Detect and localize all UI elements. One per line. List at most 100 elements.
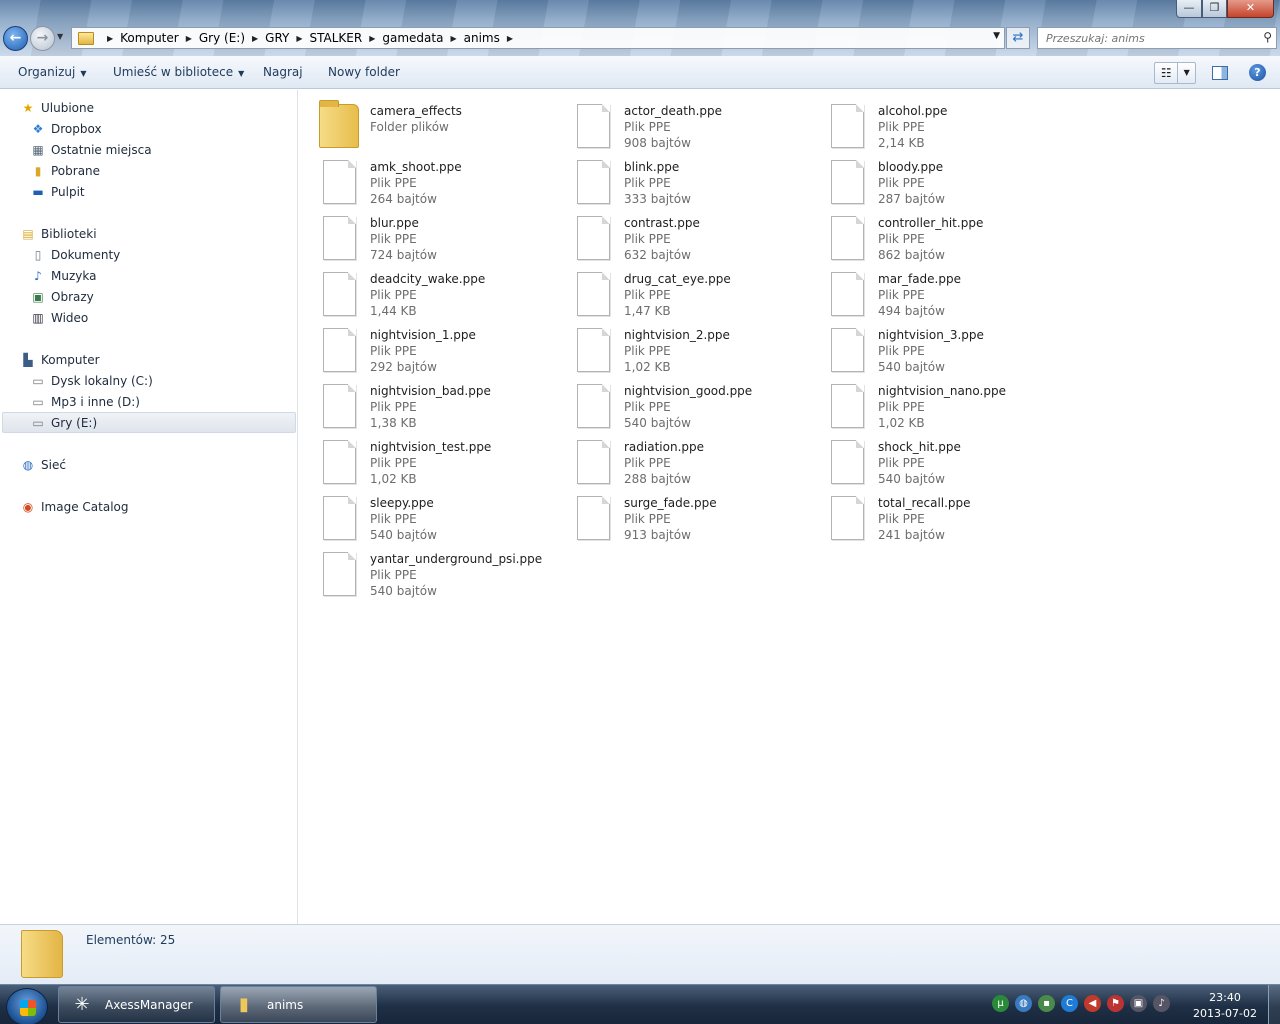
nav-favorites[interactable]: ★ Ulubione (20, 97, 94, 118)
forward-button[interactable]: → (30, 26, 55, 51)
file-item[interactable]: radiation.ppe Plik PPE 288 bajtów (553, 434, 803, 486)
file-item[interactable]: amk_shoot.ppe Plik PPE 264 bajtów (299, 154, 549, 206)
chevron-right-icon[interactable]: ▶ (296, 34, 302, 43)
recent-places-icon: ▦ (32, 142, 44, 157)
file-item[interactable]: nightvision_nano.ppe Plik PPE 1,02 KB (807, 378, 1057, 430)
nav-item-videos[interactable]: ▥ Wideo (30, 307, 88, 328)
file-item[interactable]: shock_hit.ppe Plik PPE 540 bajtów (807, 434, 1057, 486)
nav-libraries[interactable]: ▤ Biblioteki (20, 223, 96, 244)
file-type: Plik PPE (878, 232, 925, 246)
burn-button[interactable]: Nagraj (263, 65, 303, 79)
file-item[interactable]: nightvision_1.ppe Plik PPE 292 bajtów (299, 322, 549, 374)
chevron-down-icon[interactable]: ▼ (1178, 63, 1195, 83)
file-item[interactable]: nightvision_bad.ppe Plik PPE 1,38 KB (299, 378, 549, 430)
search-box[interactable]: ⚲ (1037, 27, 1277, 49)
nav-network[interactable]: ◍ Sieć (20, 454, 66, 475)
address-bar[interactable]: ▶ Komputer ▶ Gry (E:) ▶ GRY ▶ STALKER ▶ gamedata ▶… (71, 27, 1005, 49)
new-folder-button[interactable]: Nowy folder (328, 65, 400, 79)
document-icon (323, 440, 356, 484)
taskbar-item-axessmanager[interactable]: ✳ AxessManager (58, 986, 215, 1023)
breadcrumb-item[interactable]: STALKER ▶ (310, 31, 383, 45)
chevron-right-icon[interactable]: ▶ (252, 34, 258, 43)
nav-item-pictures[interactable]: ▣ Obrazy (30, 286, 93, 307)
file-item[interactable]: bloody.ppe Plik PPE 287 bajtów (807, 154, 1057, 206)
file-item[interactable]: contrast.ppe Plik PPE 632 bajtów (553, 210, 803, 262)
folder-item[interactable]: camera_effects Folder plików (299, 98, 549, 150)
chevron-right-icon[interactable]: ▶ (186, 34, 192, 43)
arrow-right-icon: → (36, 30, 49, 46)
recent-pages-button[interactable]: ▼ (57, 32, 63, 41)
back-button[interactable]: ← (3, 26, 28, 51)
include-in-library-button[interactable]: Umieść w bibliotece ▼ (113, 65, 244, 79)
breadcrumb-item[interactable]: Gry (E:) ▶ (199, 31, 265, 45)
chevron-right-icon[interactable]: ▶ (107, 34, 113, 43)
file-size: 724 bajtów (370, 248, 437, 262)
breadcrumb-item[interactable]: anims ▶ (464, 31, 520, 45)
taskbar-item-anims[interactable]: ▮ anims (220, 986, 377, 1023)
preview-pane-button[interactable] (1212, 66, 1228, 80)
volume-icon[interactable]: ♪ (1153, 995, 1170, 1012)
network-status-icon[interactable]: ▣ (1130, 995, 1147, 1012)
file-item[interactable]: mar_fade.ppe Plik PPE 494 bajtów (807, 266, 1057, 318)
refresh-button[interactable]: ⇄ (1006, 27, 1030, 49)
organize-button[interactable]: Organizuj ▼ (18, 65, 86, 79)
nav-label: Muzyka (51, 268, 97, 283)
chevron-down-icon[interactable]: ▼ (993, 31, 1000, 41)
file-item[interactable]: total_recall.ppe Plik PPE 241 bajtów (807, 490, 1057, 542)
file-item[interactable]: blink.ppe Plik PPE 333 bajtów (553, 154, 803, 206)
start-button[interactable] (6, 988, 48, 1024)
nav-image-catalog[interactable]: ◉ Image Catalog (20, 496, 129, 517)
nav-label: Komputer (41, 352, 100, 367)
file-name: shock_hit.ppe (878, 440, 961, 454)
search-icon[interactable]: ⚲ (1263, 30, 1272, 44)
search-input[interactable] (1038, 28, 1248, 48)
network-globe-icon[interactable]: ◍ (1015, 995, 1032, 1012)
file-item[interactable]: alcohol.ppe Plik PPE 2,14 KB (807, 98, 1057, 150)
nav-item-drive-c[interactable]: ▭ Dysk lokalny (C:) (30, 370, 152, 391)
safely-remove-icon[interactable]: ▪ (1038, 995, 1055, 1012)
nav-label: Sieć (41, 457, 66, 472)
file-item[interactable]: drug_cat_eye.ppe Plik PPE 1,47 KB (553, 266, 803, 318)
view-icon[interactable]: ☷ (1155, 63, 1179, 83)
nav-item-documents[interactable]: ▯ Dokumenty (30, 244, 121, 265)
file-item[interactable]: sleepy.ppe Plik PPE 540 bajtów (299, 490, 549, 542)
maximize-button[interactable]: ❐ (1202, 0, 1227, 18)
nav-item-desktop[interactable]: ▬ Pulpit (30, 181, 84, 202)
file-item[interactable]: yantar_underground_psi.ppe Plik PPE 540 ba… (299, 546, 549, 598)
file-item[interactable]: nightvision_test.ppe Plik PPE 1,02 KB (299, 434, 549, 486)
alert-icon[interactable]: ◀ (1084, 995, 1101, 1012)
minimize-button[interactable]: — (1176, 0, 1202, 18)
file-item[interactable]: actor_death.ppe Plik PPE 908 bajtów (553, 98, 803, 150)
file-item[interactable]: blur.ppe Plik PPE 724 bajtów (299, 210, 549, 262)
change-view-button[interactable]: ☷ ▼ (1154, 62, 1196, 84)
clock[interactable]: 23:40 2013-07-02 (1190, 990, 1260, 1022)
nav-item-drive-d[interactable]: ▭ Mp3 i inne (D:) (30, 391, 140, 412)
nav-computer[interactable]: ▙ Komputer (20, 349, 100, 370)
file-item[interactable]: nightvision_3.ppe Plik PPE 540 bajtów (807, 322, 1057, 374)
action-center-icon[interactable]: ⚑ (1107, 995, 1124, 1012)
breadcrumb-item[interactable]: GRY ▶ (265, 31, 309, 45)
help-button[interactable]: ? (1249, 64, 1266, 81)
breadcrumb-item[interactable]: gamedata ▶ (382, 31, 463, 45)
nav-item-downloads[interactable]: ▮ Pobrane (30, 160, 100, 181)
utorrent-icon[interactable]: µ (992, 995, 1009, 1012)
file-item[interactable]: surge_fade.ppe Plik PPE 913 bajtów (553, 490, 803, 542)
chevron-right-icon[interactable]: ▶ (450, 34, 456, 43)
close-button[interactable]: ✕ (1227, 0, 1274, 18)
file-item[interactable]: nightvision_2.ppe Plik PPE 1,02 KB (553, 322, 803, 374)
nav-item-music[interactable]: ♪ Muzyka (30, 265, 96, 286)
file-item[interactable]: controller_hit.ppe Plik PPE 862 bajtów (807, 210, 1057, 262)
documents-icon: ▯ (34, 247, 42, 262)
chevron-right-icon[interactable]: ▶ (507, 34, 513, 43)
pictures-icon: ▣ (32, 289, 44, 304)
ccleaner-icon[interactable]: C (1061, 995, 1078, 1012)
nav-item-dropbox[interactable]: ❖ Dropbox (30, 118, 102, 139)
file-item[interactable]: deadcity_wake.ppe Plik PPE 1,44 KB (299, 266, 549, 318)
chevron-right-icon[interactable]: ▶ (369, 34, 375, 43)
nav-item-recent-places[interactable]: ▦ Ostatnie miejsca (30, 139, 151, 160)
document-icon (577, 104, 610, 148)
file-item[interactable]: nightvision_good.ppe Plik PPE 540 bajtów (553, 378, 803, 430)
nav-item-drive-e[interactable]: ▭ Gry (E:) (2, 412, 296, 433)
breadcrumb-item[interactable]: Komputer ▶ (120, 31, 199, 45)
show-desktop-button[interactable] (1268, 985, 1280, 1024)
